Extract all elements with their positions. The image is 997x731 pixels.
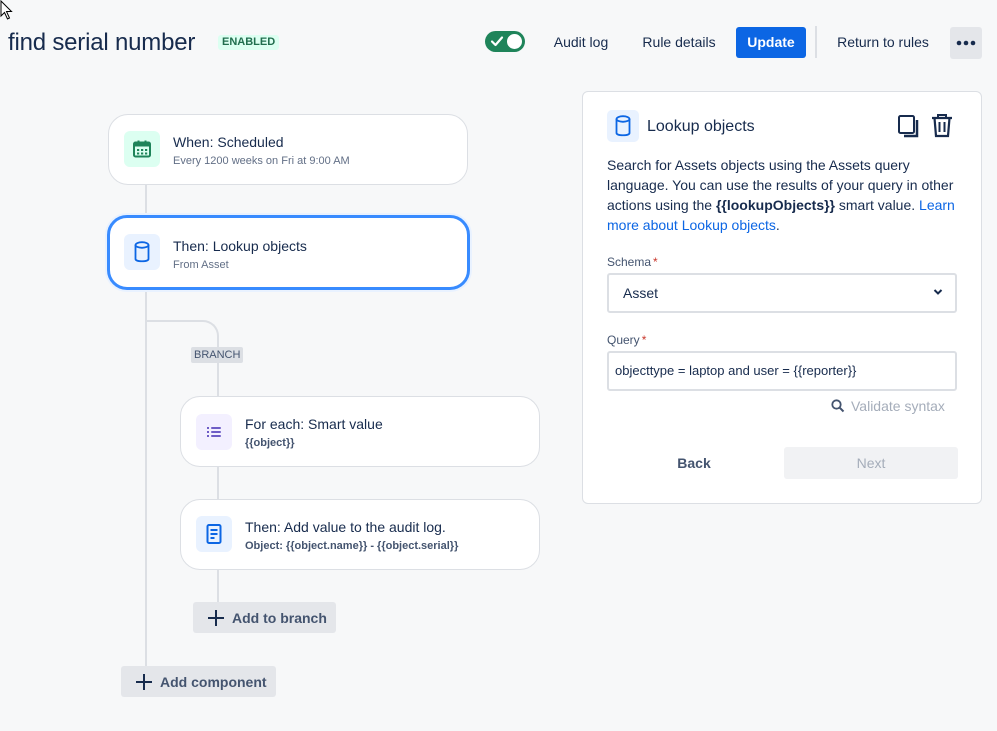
for-each-title: For each: Smart value — [245, 416, 383, 432]
plus-icon — [208, 609, 224, 626]
for-each-card[interactable]: For each: Smart value {{object}} — [180, 396, 540, 467]
panel-icon-box — [607, 110, 639, 142]
return-to-rules-button[interactable]: Return to rules — [828, 27, 938, 58]
for-each-icon-box — [196, 414, 232, 450]
mouse-pointer-icon — [0, 0, 13, 20]
schema-label: Schema * — [607, 255, 658, 269]
branch-label: BRANCH — [191, 347, 244, 363]
toggle-knob — [507, 34, 522, 49]
component-config-panel: Lookup objects Search for Assets objects… — [582, 91, 982, 504]
trigger-title: When: Scheduled — [173, 134, 284, 150]
lookup-icon-box — [124, 234, 160, 270]
schema-label-text: Schema — [607, 255, 652, 269]
lookup-objects-card[interactable]: Then: Lookup objects From Asset — [107, 215, 470, 290]
add-component-label: Add component — [160, 673, 267, 690]
query-label-text: Query — [607, 333, 640, 347]
list-icon — [207, 427, 221, 437]
required-marker: * — [653, 255, 658, 269]
validate-syntax-button[interactable]: Validate syntax — [831, 398, 945, 414]
calendar-icon — [133, 140, 151, 158]
desc-smart-value: {{lookupObjects}} — [715, 197, 835, 213]
more-actions-button[interactable] — [950, 27, 982, 59]
schema-select[interactable]: Asset — [607, 273, 957, 313]
desc-text-end: . — [775, 217, 780, 233]
rule-title: find serial number — [8, 29, 196, 56]
query-label: Query * — [607, 333, 646, 347]
header-divider — [815, 26, 817, 58]
lookup-subtitle: From Asset — [173, 259, 229, 271]
audit-log-card[interactable]: Then: Add value to the audit log. Object… — [180, 499, 540, 570]
document-icon — [206, 524, 222, 544]
add-to-branch-label: Add to branch — [232, 609, 327, 626]
trigger-icon-box — [124, 131, 160, 167]
trigger-card[interactable]: When: Scheduled Every 1200 weeks on Fri … — [108, 114, 468, 185]
branch-connector — [145, 320, 219, 350]
database-icon — [134, 241, 150, 263]
plus-icon — [136, 673, 152, 690]
desc-text-2: smart value. — [835, 197, 920, 213]
update-button[interactable]: Update — [736, 27, 806, 58]
query-input[interactable]: objecttype = laptop and user = {{reporte… — [607, 351, 957, 391]
trash-icon[interactable] — [931, 113, 953, 138]
audit-title: Then: Add value to the audit log. — [245, 519, 446, 535]
for-each-subtitle: {{object}} — [245, 437, 295, 449]
panel-title: Lookup objects — [647, 118, 755, 135]
rule-details-button[interactable]: Rule details — [636, 27, 722, 58]
lookup-title: Then: Lookup objects — [173, 238, 307, 254]
next-button[interactable]: Next — [784, 447, 958, 479]
audit-log-button[interactable]: Audit log — [544, 27, 618, 58]
more-horizontal-icon — [956, 40, 976, 46]
status-badge: ENABLED — [218, 35, 280, 50]
audit-subtitle: Object: {{object.name}} - {{object.seria… — [245, 540, 459, 552]
check-icon — [490, 36, 504, 47]
chevron-down-icon — [933, 289, 943, 295]
search-icon — [831, 399, 845, 413]
copy-icon[interactable] — [897, 114, 921, 138]
audit-icon-box — [196, 516, 232, 552]
panel-description: Search for Assets objects using the Asse… — [607, 155, 957, 235]
validate-syntax-label: Validate syntax — [851, 398, 945, 414]
add-to-branch-button[interactable]: Add to branch — [193, 602, 336, 633]
schema-select-value: Asset — [623, 285, 659, 301]
back-button[interactable]: Back — [607, 447, 781, 479]
database-icon — [615, 115, 631, 137]
required-marker: * — [641, 333, 647, 347]
rule-enabled-toggle[interactable] — [485, 31, 525, 52]
add-component-button[interactable]: Add component — [121, 666, 276, 697]
trigger-subtitle: Every 1200 weeks on Fri at 9:00 AM — [173, 155, 350, 167]
